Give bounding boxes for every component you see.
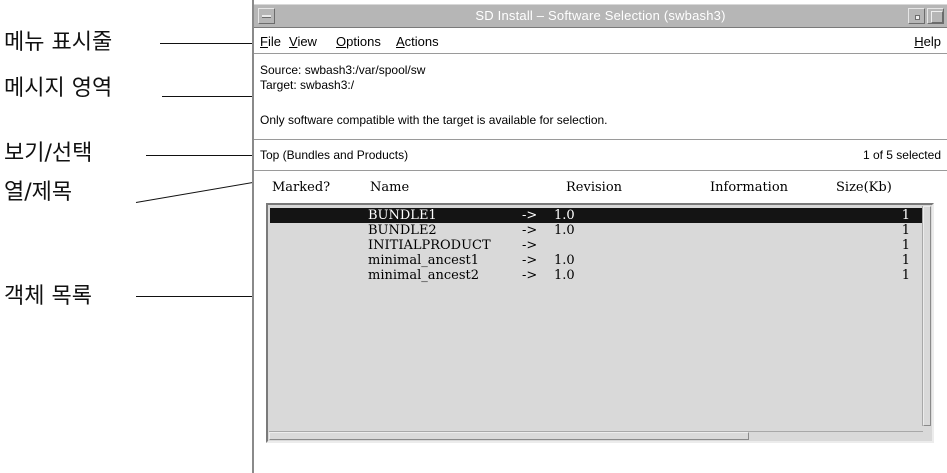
message-area: Source: swbash3:/var/spool/sw Target: sw… (254, 55, 947, 140)
minimize-icon[interactable] (908, 8, 925, 24)
view-bar: Top (Bundles and Products) 1 of 5 select… (254, 141, 947, 171)
row-name: BUNDLE2 (368, 223, 437, 238)
vertical-scrollbar-thumb[interactable] (923, 206, 931, 426)
row-size: 1 (901, 253, 910, 268)
menu-file[interactable]: File (260, 34, 281, 49)
row-size: 1 (901, 238, 910, 253)
sd-install-window: SD Install – Software Selection (swbash3… (252, 0, 947, 473)
source-text: Source: swbash3:/var/spool/sw (260, 63, 426, 77)
row-revision: 1.0 (554, 268, 575, 283)
menu-actions[interactable]: Actions (396, 34, 439, 49)
callout-label-object-list: 객체 목록 (4, 284, 92, 309)
row-arrow: -> (522, 268, 538, 283)
target-text: Target: swbash3:/ (260, 78, 355, 92)
callout-line-menubar (160, 43, 252, 44)
window-title: SD Install – Software Selection (swbash3… (475, 8, 726, 23)
object-list[interactable]: BUNDLE1 -> 1.0 1 BUNDLE2 -> 1.0 1 INITIA… (266, 203, 934, 443)
column-header-name[interactable]: Name (370, 180, 409, 195)
column-header-revision[interactable]: Revision (566, 180, 622, 195)
row-revision: 1.0 (554, 208, 575, 223)
compatibility-note: Only software compatible with the target… (260, 113, 608, 127)
menu-help[interactable]: Help (914, 34, 941, 49)
callout-label-view-select: 보기/선택 (4, 141, 93, 166)
column-header-row: Marked? Name Revision Information Size(K… (254, 172, 947, 202)
row-size: 1 (901, 268, 910, 283)
vertical-scrollbar[interactable] (922, 206, 931, 426)
callout-line-columns (135, 181, 259, 203)
row-name: BUNDLE1 (368, 208, 437, 223)
column-header-marked[interactable]: Marked? (272, 180, 330, 195)
row-name: minimal_ancest2 (368, 268, 480, 283)
row-arrow: -> (522, 253, 538, 268)
list-row[interactable]: minimal_ancest1 -> 1.0 1 (270, 253, 922, 268)
menu-bar: File View Options Actions Help (254, 30, 947, 54)
row-name: minimal_ancest1 (368, 253, 480, 268)
list-row[interactable]: BUNDLE1 -> 1.0 1 (270, 208, 922, 223)
list-row[interactable]: minimal_ancest2 -> 1.0 1 (270, 268, 922, 283)
callout-label-columns: 열/제목 (4, 180, 73, 205)
menu-view[interactable]: View (289, 34, 317, 49)
row-arrow: -> (522, 208, 538, 223)
row-size: 1 (901, 208, 910, 223)
list-row[interactable]: BUNDLE2 -> 1.0 1 (270, 223, 922, 238)
row-name: INITIALPRODUCT (368, 238, 491, 253)
menu-options[interactable]: Options (336, 34, 381, 49)
row-size: 1 (901, 223, 910, 238)
horizontal-scrollbar-thumb[interactable] (269, 432, 749, 440)
callout-line-view-select (146, 155, 252, 156)
callout-line-message-area (162, 96, 252, 97)
callout-label-menubar: 메뉴 표시줄 (4, 30, 113, 55)
callout-line-object-list (136, 296, 264, 297)
title-bar[interactable]: SD Install – Software Selection (swbash3… (254, 4, 947, 28)
row-revision: 1.0 (554, 223, 575, 238)
list-row[interactable]: INITIALPRODUCT -> 1 (270, 238, 922, 253)
row-arrow: -> (522, 238, 538, 253)
column-header-size[interactable]: Size(Kb) (836, 180, 892, 195)
row-arrow: -> (522, 223, 538, 238)
selection-count: 1 of 5 selected (862, 148, 941, 162)
horizontal-scrollbar[interactable] (269, 431, 923, 440)
view-title: Top (Bundles and Products) (260, 148, 409, 162)
callout-label-message-area: 메시지 영역 (4, 76, 113, 101)
row-revision: 1.0 (554, 253, 575, 268)
maximize-icon[interactable] (927, 8, 944, 24)
column-header-information[interactable]: Information (710, 180, 788, 195)
